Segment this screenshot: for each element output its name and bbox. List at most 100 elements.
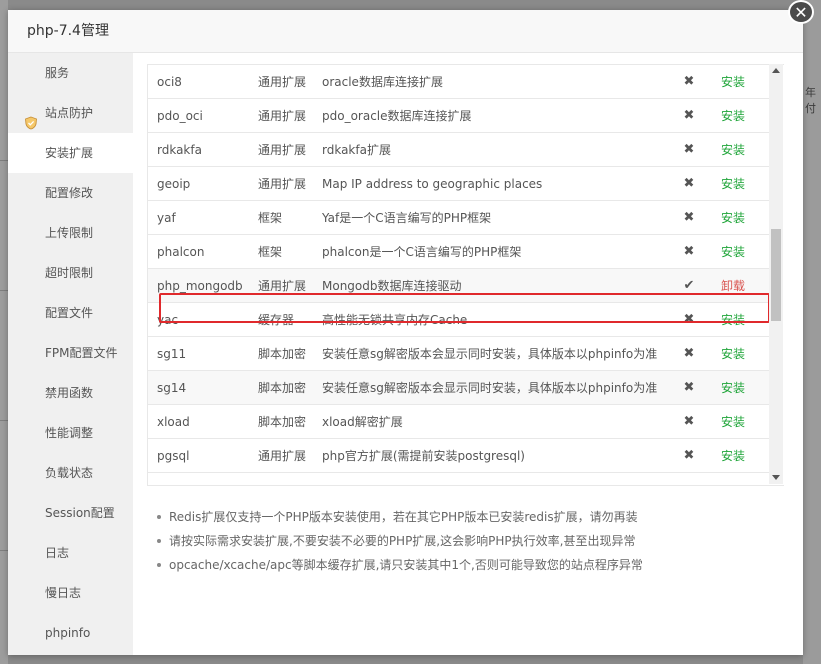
extensions-table-container[interactable]: oci8 通用扩展 oracle数据库连接扩展 ✖ 安装 pdo_oci 通用扩展 pdo_o… bbox=[147, 64, 784, 486]
table-row: yaf 框架 Yaf是一个C语言编写的PHP框架 ✖ 安装 bbox=[148, 200, 774, 235]
close-button[interactable]: ✕ bbox=[788, 0, 814, 24]
sidebar-item-service[interactable]: 服务 bbox=[8, 53, 133, 93]
extension-action-cell: 卸载 bbox=[701, 268, 774, 303]
extension-action-cell: 安装 bbox=[701, 234, 774, 269]
extension-description: pdo_oracle数据库连接扩展 bbox=[313, 98, 677, 133]
sidebar-item-label: 安装扩展 bbox=[45, 146, 94, 160]
sidebar-item-load-status[interactable]: 负载状态 bbox=[8, 453, 133, 493]
install-button[interactable]: 安装 bbox=[721, 211, 745, 225]
extension-description: 高性能无锁共享内存Cache bbox=[313, 302, 677, 337]
sidebar-item-session-config[interactable]: Session配置 bbox=[8, 493, 133, 533]
background-divider bbox=[0, 420, 8, 421]
table-row: pdo_oci 通用扩展 pdo_oracle数据库连接扩展 ✖ 安装 bbox=[148, 98, 774, 133]
background-right-strip: 年付 bbox=[803, 0, 821, 664]
cross-icon: ✖ bbox=[683, 176, 695, 191]
sidebar-item-disabled-functions[interactable]: 禁用函数 bbox=[8, 373, 133, 413]
install-button[interactable]: 安装 bbox=[721, 415, 745, 429]
extension-name: php_mongodb bbox=[148, 268, 249, 303]
extension-name: yaf bbox=[148, 200, 249, 235]
table-scrollbar[interactable] bbox=[769, 64, 783, 484]
install-button[interactable]: 安装 bbox=[721, 313, 745, 327]
scroll-thumb[interactable] bbox=[771, 229, 781, 321]
extension-type: 通用扩展 bbox=[249, 65, 313, 99]
extension-status: ✖ bbox=[677, 98, 701, 133]
install-button[interactable]: 安装 bbox=[721, 109, 745, 123]
sidebar-item-phpinfo[interactable]: phpinfo bbox=[8, 613, 133, 653]
table-row: pgsql 通用扩展 php官方扩展(需提前安装postgresql) ✖ 安装 bbox=[148, 438, 774, 473]
install-button[interactable]: 安装 bbox=[721, 381, 745, 395]
extension-type: 框架 bbox=[249, 200, 313, 235]
install-button[interactable]: 安装 bbox=[721, 347, 745, 361]
extension-action-cell: 安装 bbox=[701, 438, 774, 473]
cross-icon: ✖ bbox=[683, 244, 695, 259]
install-button[interactable]: 安装 bbox=[721, 245, 745, 259]
install-button[interactable]: 安装 bbox=[721, 449, 745, 463]
extension-name: pdo_oci bbox=[148, 98, 249, 133]
install-button[interactable]: 安装 bbox=[721, 75, 745, 89]
table-row: xload 脚本加密 xload解密扩展 ✖ 安装 bbox=[148, 404, 774, 439]
install-button[interactable]: 安装 bbox=[721, 143, 745, 157]
sidebar-item-label: 禁用函数 bbox=[45, 386, 94, 400]
extension-description: phalcon是一个C语言编写的PHP框架 bbox=[313, 234, 677, 269]
sidebar-item-label: 站点防护 bbox=[45, 106, 94, 120]
extension-action-cell: 安装 bbox=[701, 98, 774, 133]
extension-type: 通用扩展 bbox=[249, 438, 313, 473]
sidebar-item-slow-log[interactable]: 慢日志 bbox=[8, 573, 133, 613]
background-divider bbox=[0, 160, 8, 161]
sidebar-item-timeout-limit[interactable]: 超时限制 bbox=[8, 253, 133, 293]
background-divider bbox=[0, 550, 8, 551]
sidebar-item-label: 服务 bbox=[45, 66, 70, 80]
extension-description: 安装任意sg解密版本会显示同时安装，具体版本以phpinfo为准 bbox=[313, 336, 677, 371]
table-row: sg14 脚本加密 安装任意sg解密版本会显示同时安装，具体版本以phpinfo为准… bbox=[148, 370, 774, 405]
sidebar-item-label: 性能调整 bbox=[45, 426, 94, 440]
extensions-table: oci8 通用扩展 oracle数据库连接扩展 ✖ 安装 pdo_oci 通用扩展 pdo_o… bbox=[148, 65, 774, 473]
table-row: yac 缓存器 高性能无锁共享内存Cache ✖ 安装 bbox=[148, 302, 774, 337]
extension-action-cell: 安装 bbox=[701, 65, 774, 99]
table-row: sg11 脚本加密 安装任意sg解密版本会显示同时安装，具体版本以phpinfo为准… bbox=[148, 336, 774, 371]
scroll-down-arrow-icon[interactable] bbox=[772, 475, 780, 480]
extension-status: ✖ bbox=[677, 370, 701, 405]
sidebar-item-label: 配置修改 bbox=[45, 186, 94, 200]
extension-name: pgsql bbox=[148, 438, 249, 473]
extension-description: php官方扩展(需提前安装postgresql) bbox=[313, 438, 677, 473]
extension-status: ✖ bbox=[677, 336, 701, 371]
dialog-title: php-7.4管理 bbox=[8, 10, 803, 53]
sidebar-item-log[interactable]: 日志 bbox=[8, 533, 133, 573]
table-row: geoip 通用扩展 Map IP address to geographic pl… bbox=[148, 166, 774, 201]
sidebar-item-site-protection[interactable]: 站点防护 bbox=[8, 93, 133, 133]
extension-type: 缓存器 bbox=[249, 302, 313, 337]
extension-action-cell: 安装 bbox=[701, 370, 774, 405]
sidebar-item-performance[interactable]: 性能调整 bbox=[8, 413, 133, 453]
extension-status: ✔ bbox=[677, 268, 701, 303]
note-item: Redis扩展仅支持一个PHP版本安装使用，若在其它PHP版本已安装redis扩… bbox=[157, 505, 777, 529]
extension-description: Yaf是一个C语言编写的PHP框架 bbox=[313, 200, 677, 235]
sidebar-item-upload-limit[interactable]: 上传限制 bbox=[8, 213, 133, 253]
extension-notes: Redis扩展仅支持一个PHP版本安装使用，若在其它PHP版本已安装redis扩… bbox=[157, 505, 777, 577]
uninstall-button[interactable]: 卸载 bbox=[721, 279, 745, 293]
extension-type: 脚本加密 bbox=[249, 404, 313, 439]
table-row: oci8 通用扩展 oracle数据库连接扩展 ✖ 安装 bbox=[148, 65, 774, 99]
extension-name: oci8 bbox=[148, 65, 249, 99]
sidebar-item-install-extensions[interactable]: 安装扩展 bbox=[8, 133, 133, 173]
cross-icon: ✖ bbox=[683, 448, 695, 463]
extension-name: rdkakfa bbox=[148, 132, 249, 167]
extension-description: rdkakfa扩展 bbox=[313, 132, 677, 167]
extension-status: ✖ bbox=[677, 166, 701, 201]
extension-name: sg11 bbox=[148, 336, 249, 371]
background-divider bbox=[0, 290, 8, 291]
extension-status: ✖ bbox=[677, 234, 701, 269]
extension-type: 通用扩展 bbox=[249, 98, 313, 133]
extension-action-cell: 安装 bbox=[701, 302, 774, 337]
cross-icon: ✖ bbox=[683, 74, 695, 89]
sidebar-item-label: 日志 bbox=[45, 546, 70, 560]
sidebar-item-config-edit[interactable]: 配置修改 bbox=[8, 173, 133, 213]
note-item: opcache/xcache/apc等脚本缓存扩展,请只安装其中1个,否则可能导… bbox=[157, 553, 777, 577]
extension-status: ✖ bbox=[677, 438, 701, 473]
sidebar-item-config-file[interactable]: 配置文件 bbox=[8, 293, 133, 333]
scroll-up-arrow-icon[interactable] bbox=[772, 68, 780, 73]
extension-description: oracle数据库连接扩展 bbox=[313, 65, 677, 99]
table-row: phalcon 框架 phalcon是一个C语言编写的PHP框架 ✖ 安装 bbox=[148, 234, 774, 269]
table-row: php_mongodb 通用扩展 Mongodb数据库连接驱动 ✔ 卸载 bbox=[148, 268, 774, 303]
sidebar-item-fpm-config[interactable]: FPM配置文件 bbox=[8, 333, 133, 373]
install-button[interactable]: 安装 bbox=[721, 177, 745, 191]
